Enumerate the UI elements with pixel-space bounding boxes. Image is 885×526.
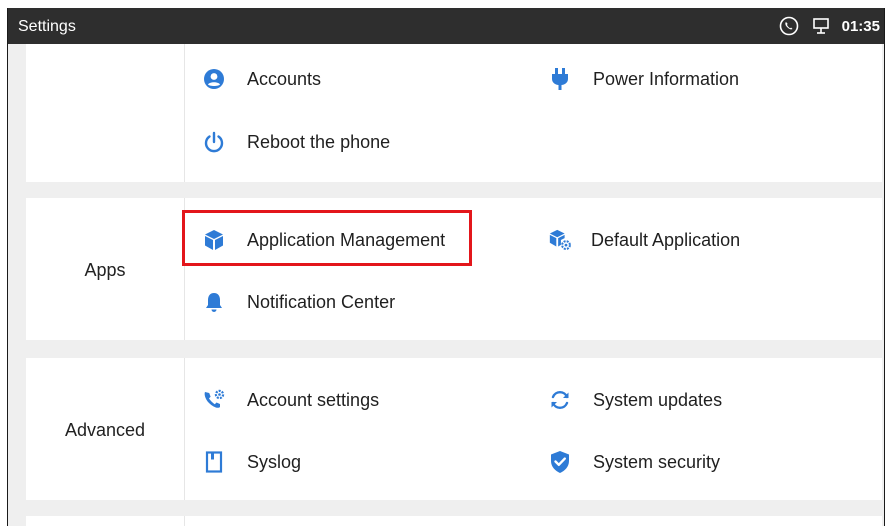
power-plug-icon: [548, 67, 572, 91]
section-card-advanced: Advanced Account settings System updates…: [26, 358, 882, 500]
cube-icon: [202, 228, 226, 252]
section-label-apps: Apps: [84, 260, 126, 280]
menu-item-default-application[interactable]: Default Application: [548, 220, 740, 260]
section-card-partial: [26, 516, 882, 526]
sync-icon: [548, 388, 572, 412]
menu-item-accounts[interactable]: Accounts: [202, 59, 321, 99]
phone-settings-icon: [202, 388, 226, 412]
section-card-general: Accounts Power Information Reboot the ph…: [26, 44, 882, 182]
menu-item-reboot[interactable]: Reboot the phone: [202, 122, 390, 162]
shield-check-icon: [548, 450, 572, 474]
menu-item-system-security[interactable]: System security: [548, 442, 720, 482]
menu-item-account-settings[interactable]: Account settings: [202, 380, 379, 420]
section-divider: [184, 198, 185, 340]
page-title: Settings: [18, 18, 76, 35]
bell-icon: [202, 290, 226, 314]
cube-gear-icon: [548, 228, 572, 252]
document-icon: [202, 450, 226, 474]
menu-item-notification-center[interactable]: Notification Center: [202, 282, 395, 322]
menu-item-power-information[interactable]: Power Information: [548, 59, 739, 99]
account-icon: [202, 67, 226, 91]
menu-item-system-updates[interactable]: System updates: [548, 380, 722, 420]
section-divider: [184, 516, 185, 526]
section-label-advanced: Advanced: [64, 420, 146, 440]
section-divider: [184, 44, 185, 182]
section-divider: [184, 358, 185, 500]
status-area: 01:35: [778, 14, 880, 38]
power-icon: [202, 130, 226, 154]
menu-item-application-management[interactable]: Application Management: [202, 220, 445, 260]
clock: 01:35: [841, 17, 880, 35]
menu-item-syslog[interactable]: Syslog: [202, 442, 301, 482]
section-card-apps: Apps Application Management Default Appl…: [26, 198, 882, 340]
phone-call-icon: [778, 15, 800, 37]
settings-window: Settings 01:35 Accounts Power Informatio…: [7, 8, 885, 526]
network-icon: [810, 15, 832, 37]
status-bar: Settings 01:35: [8, 8, 884, 44]
